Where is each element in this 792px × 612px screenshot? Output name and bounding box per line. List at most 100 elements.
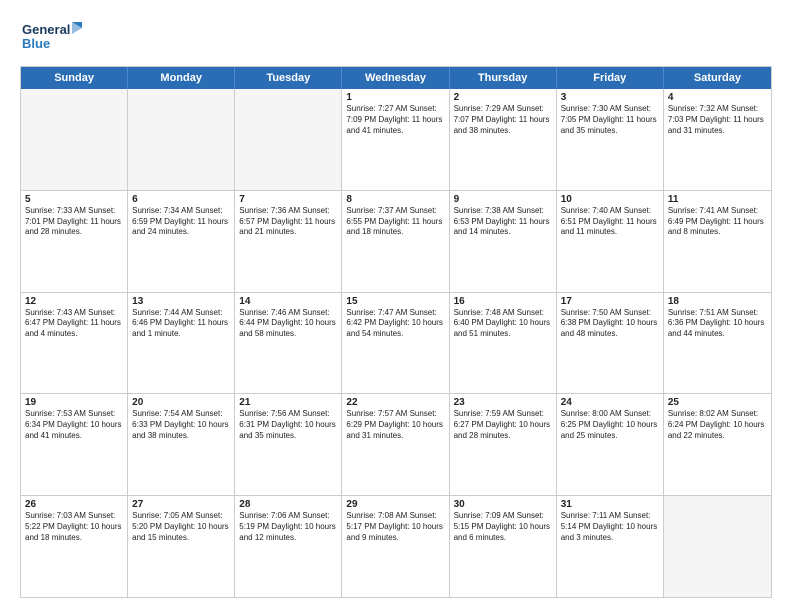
- day-number: 15: [346, 296, 444, 307]
- day-number: 1: [346, 92, 444, 103]
- calendar-cell: [235, 89, 342, 190]
- calendar-cell: 12Sunrise: 7:43 AM Sunset: 6:47 PM Dayli…: [21, 293, 128, 394]
- calendar-cell: 17Sunrise: 7:50 AM Sunset: 6:38 PM Dayli…: [557, 293, 664, 394]
- day-number: 19: [25, 397, 123, 408]
- day-header-tuesday: Tuesday: [235, 67, 342, 89]
- day-info: Sunrise: 7:08 AM Sunset: 5:17 PM Dayligh…: [346, 511, 444, 543]
- day-info: Sunrise: 7:29 AM Sunset: 7:07 PM Dayligh…: [454, 104, 552, 136]
- day-info: Sunrise: 7:51 AM Sunset: 6:36 PM Dayligh…: [668, 308, 767, 340]
- day-number: 11: [668, 194, 767, 205]
- day-number: 26: [25, 499, 123, 510]
- calendar-week-4: 19Sunrise: 7:53 AM Sunset: 6:34 PM Dayli…: [21, 394, 771, 496]
- day-header-sunday: Sunday: [21, 67, 128, 89]
- day-info: Sunrise: 7:06 AM Sunset: 5:19 PM Dayligh…: [239, 511, 337, 543]
- day-info: Sunrise: 7:53 AM Sunset: 6:34 PM Dayligh…: [25, 409, 123, 441]
- day-info: Sunrise: 7:50 AM Sunset: 6:38 PM Dayligh…: [561, 308, 659, 340]
- calendar-week-5: 26Sunrise: 7:03 AM Sunset: 5:22 PM Dayli…: [21, 496, 771, 597]
- day-info: Sunrise: 7:32 AM Sunset: 7:03 PM Dayligh…: [668, 104, 767, 136]
- day-number: 4: [668, 92, 767, 103]
- day-number: 29: [346, 499, 444, 510]
- day-number: 10: [561, 194, 659, 205]
- day-info: Sunrise: 7:40 AM Sunset: 6:51 PM Dayligh…: [561, 206, 659, 238]
- day-number: 9: [454, 194, 552, 205]
- day-info: Sunrise: 7:59 AM Sunset: 6:27 PM Dayligh…: [454, 409, 552, 441]
- day-number: 17: [561, 296, 659, 307]
- calendar-body: 1Sunrise: 7:27 AM Sunset: 7:09 PM Daylig…: [21, 89, 771, 597]
- day-info: Sunrise: 7:43 AM Sunset: 6:47 PM Dayligh…: [25, 308, 123, 340]
- day-info: Sunrise: 7:47 AM Sunset: 6:42 PM Dayligh…: [346, 308, 444, 340]
- day-info: Sunrise: 8:02 AM Sunset: 6:24 PM Dayligh…: [668, 409, 767, 441]
- logo-svg: General Blue: [20, 18, 90, 58]
- day-number: 2: [454, 92, 552, 103]
- day-number: 3: [561, 92, 659, 103]
- calendar-cell: [128, 89, 235, 190]
- calendar-cell: 20Sunrise: 7:54 AM Sunset: 6:33 PM Dayli…: [128, 394, 235, 495]
- day-number: 6: [132, 194, 230, 205]
- day-number: 24: [561, 397, 659, 408]
- day-info: Sunrise: 7:54 AM Sunset: 6:33 PM Dayligh…: [132, 409, 230, 441]
- calendar-cell: 24Sunrise: 8:00 AM Sunset: 6:25 PM Dayli…: [557, 394, 664, 495]
- calendar-cell: 25Sunrise: 8:02 AM Sunset: 6:24 PM Dayli…: [664, 394, 771, 495]
- day-number: 13: [132, 296, 230, 307]
- day-number: 12: [25, 296, 123, 307]
- calendar-cell: 6Sunrise: 7:34 AM Sunset: 6:59 PM Daylig…: [128, 191, 235, 292]
- calendar-week-2: 5Sunrise: 7:33 AM Sunset: 7:01 PM Daylig…: [21, 191, 771, 293]
- calendar-cell: 28Sunrise: 7:06 AM Sunset: 5:19 PM Dayli…: [235, 496, 342, 597]
- day-number: 20: [132, 397, 230, 408]
- day-info: Sunrise: 7:41 AM Sunset: 6:49 PM Dayligh…: [668, 206, 767, 238]
- calendar-cell: 5Sunrise: 7:33 AM Sunset: 7:01 PM Daylig…: [21, 191, 128, 292]
- day-info: Sunrise: 7:46 AM Sunset: 6:44 PM Dayligh…: [239, 308, 337, 340]
- calendar-cell: 29Sunrise: 7:08 AM Sunset: 5:17 PM Dayli…: [342, 496, 449, 597]
- day-info: Sunrise: 7:27 AM Sunset: 7:09 PM Dayligh…: [346, 104, 444, 136]
- day-number: 23: [454, 397, 552, 408]
- calendar-cell: 4Sunrise: 7:32 AM Sunset: 7:03 PM Daylig…: [664, 89, 771, 190]
- calendar-cell: 7Sunrise: 7:36 AM Sunset: 6:57 PM Daylig…: [235, 191, 342, 292]
- calendar-cell: 8Sunrise: 7:37 AM Sunset: 6:55 PM Daylig…: [342, 191, 449, 292]
- calendar-cell: 11Sunrise: 7:41 AM Sunset: 6:49 PM Dayli…: [664, 191, 771, 292]
- header: General Blue: [20, 18, 772, 58]
- calendar-cell: 30Sunrise: 7:09 AM Sunset: 5:15 PM Dayli…: [450, 496, 557, 597]
- calendar-cell: [664, 496, 771, 597]
- day-header-thursday: Thursday: [450, 67, 557, 89]
- calendar-cell: 15Sunrise: 7:47 AM Sunset: 6:42 PM Dayli…: [342, 293, 449, 394]
- calendar-cell: 26Sunrise: 7:03 AM Sunset: 5:22 PM Dayli…: [21, 496, 128, 597]
- calendar-cell: 18Sunrise: 7:51 AM Sunset: 6:36 PM Dayli…: [664, 293, 771, 394]
- day-info: Sunrise: 7:57 AM Sunset: 6:29 PM Dayligh…: [346, 409, 444, 441]
- logo: General Blue: [20, 18, 90, 58]
- calendar-cell: 10Sunrise: 7:40 AM Sunset: 6:51 PM Dayli…: [557, 191, 664, 292]
- calendar-cell: 19Sunrise: 7:53 AM Sunset: 6:34 PM Dayli…: [21, 394, 128, 495]
- day-info: Sunrise: 7:05 AM Sunset: 5:20 PM Dayligh…: [132, 511, 230, 543]
- calendar: SundayMondayTuesdayWednesdayThursdayFrid…: [20, 66, 772, 598]
- calendar-cell: 31Sunrise: 7:11 AM Sunset: 5:14 PM Dayli…: [557, 496, 664, 597]
- calendar-cell: 2Sunrise: 7:29 AM Sunset: 7:07 PM Daylig…: [450, 89, 557, 190]
- day-header-monday: Monday: [128, 67, 235, 89]
- calendar-cell: 3Sunrise: 7:30 AM Sunset: 7:05 PM Daylig…: [557, 89, 664, 190]
- day-info: Sunrise: 8:00 AM Sunset: 6:25 PM Dayligh…: [561, 409, 659, 441]
- calendar-cell: 9Sunrise: 7:38 AM Sunset: 6:53 PM Daylig…: [450, 191, 557, 292]
- day-header-saturday: Saturday: [664, 67, 771, 89]
- day-number: 14: [239, 296, 337, 307]
- calendar-week-1: 1Sunrise: 7:27 AM Sunset: 7:09 PM Daylig…: [21, 89, 771, 191]
- day-info: Sunrise: 7:11 AM Sunset: 5:14 PM Dayligh…: [561, 511, 659, 543]
- day-info: Sunrise: 7:30 AM Sunset: 7:05 PM Dayligh…: [561, 104, 659, 136]
- day-number: 28: [239, 499, 337, 510]
- day-number: 8: [346, 194, 444, 205]
- day-number: 25: [668, 397, 767, 408]
- day-number: 30: [454, 499, 552, 510]
- calendar-cell: 1Sunrise: 7:27 AM Sunset: 7:09 PM Daylig…: [342, 89, 449, 190]
- calendar-cell: 16Sunrise: 7:48 AM Sunset: 6:40 PM Dayli…: [450, 293, 557, 394]
- day-info: Sunrise: 7:36 AM Sunset: 6:57 PM Dayligh…: [239, 206, 337, 238]
- day-header-wednesday: Wednesday: [342, 67, 449, 89]
- day-number: 27: [132, 499, 230, 510]
- calendar-cell: 27Sunrise: 7:05 AM Sunset: 5:20 PM Dayli…: [128, 496, 235, 597]
- day-info: Sunrise: 7:37 AM Sunset: 6:55 PM Dayligh…: [346, 206, 444, 238]
- day-number: 16: [454, 296, 552, 307]
- day-info: Sunrise: 7:03 AM Sunset: 5:22 PM Dayligh…: [25, 511, 123, 543]
- page: General Blue SundayMondayTuesdayWednesda…: [0, 0, 792, 612]
- day-info: Sunrise: 7:34 AM Sunset: 6:59 PM Dayligh…: [132, 206, 230, 238]
- svg-text:General: General: [22, 22, 70, 37]
- day-info: Sunrise: 7:38 AM Sunset: 6:53 PM Dayligh…: [454, 206, 552, 238]
- calendar-header: SundayMondayTuesdayWednesdayThursdayFrid…: [21, 67, 771, 89]
- day-header-friday: Friday: [557, 67, 664, 89]
- day-info: Sunrise: 7:09 AM Sunset: 5:15 PM Dayligh…: [454, 511, 552, 543]
